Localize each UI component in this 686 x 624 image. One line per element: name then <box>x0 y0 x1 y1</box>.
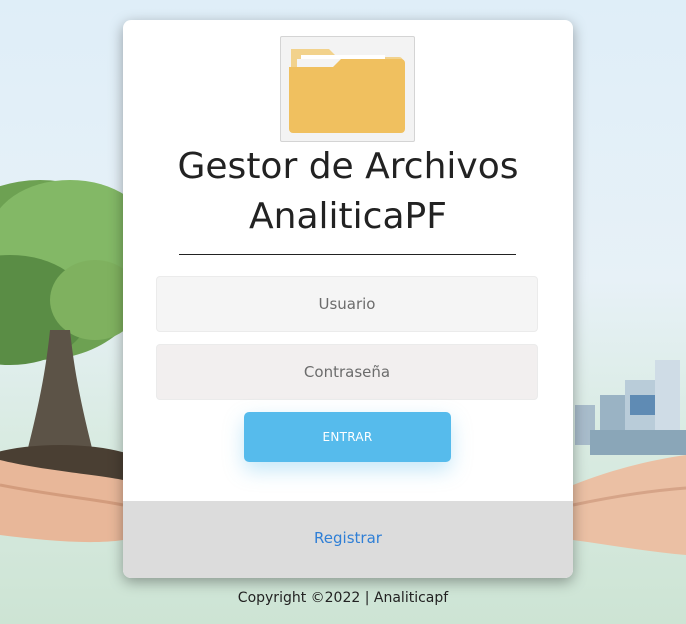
page-title-line-1: Gestor de Archivos <box>177 146 519 187</box>
logo <box>280 36 415 142</box>
login-submit-button[interactable]: ENTRAR <box>244 412 451 462</box>
login-card: Gestor de Archivos AnaliticaPF ENTRAR Re… <box>123 20 573 578</box>
right-hands-illustration <box>572 455 686 555</box>
copyright-text: Copyright ©2022 | Analiticapf <box>237 590 449 606</box>
password-input[interactable] <box>156 344 538 400</box>
title-divider <box>179 254 516 255</box>
register-link[interactable]: Registrar <box>123 529 573 547</box>
folder-icon <box>289 49 405 133</box>
city-skyline-illustration <box>575 360 686 455</box>
page-title-line-2: AnaliticaPF <box>249 196 447 237</box>
username-input[interactable] <box>156 276 538 332</box>
card-footer: Registrar <box>123 501 573 578</box>
